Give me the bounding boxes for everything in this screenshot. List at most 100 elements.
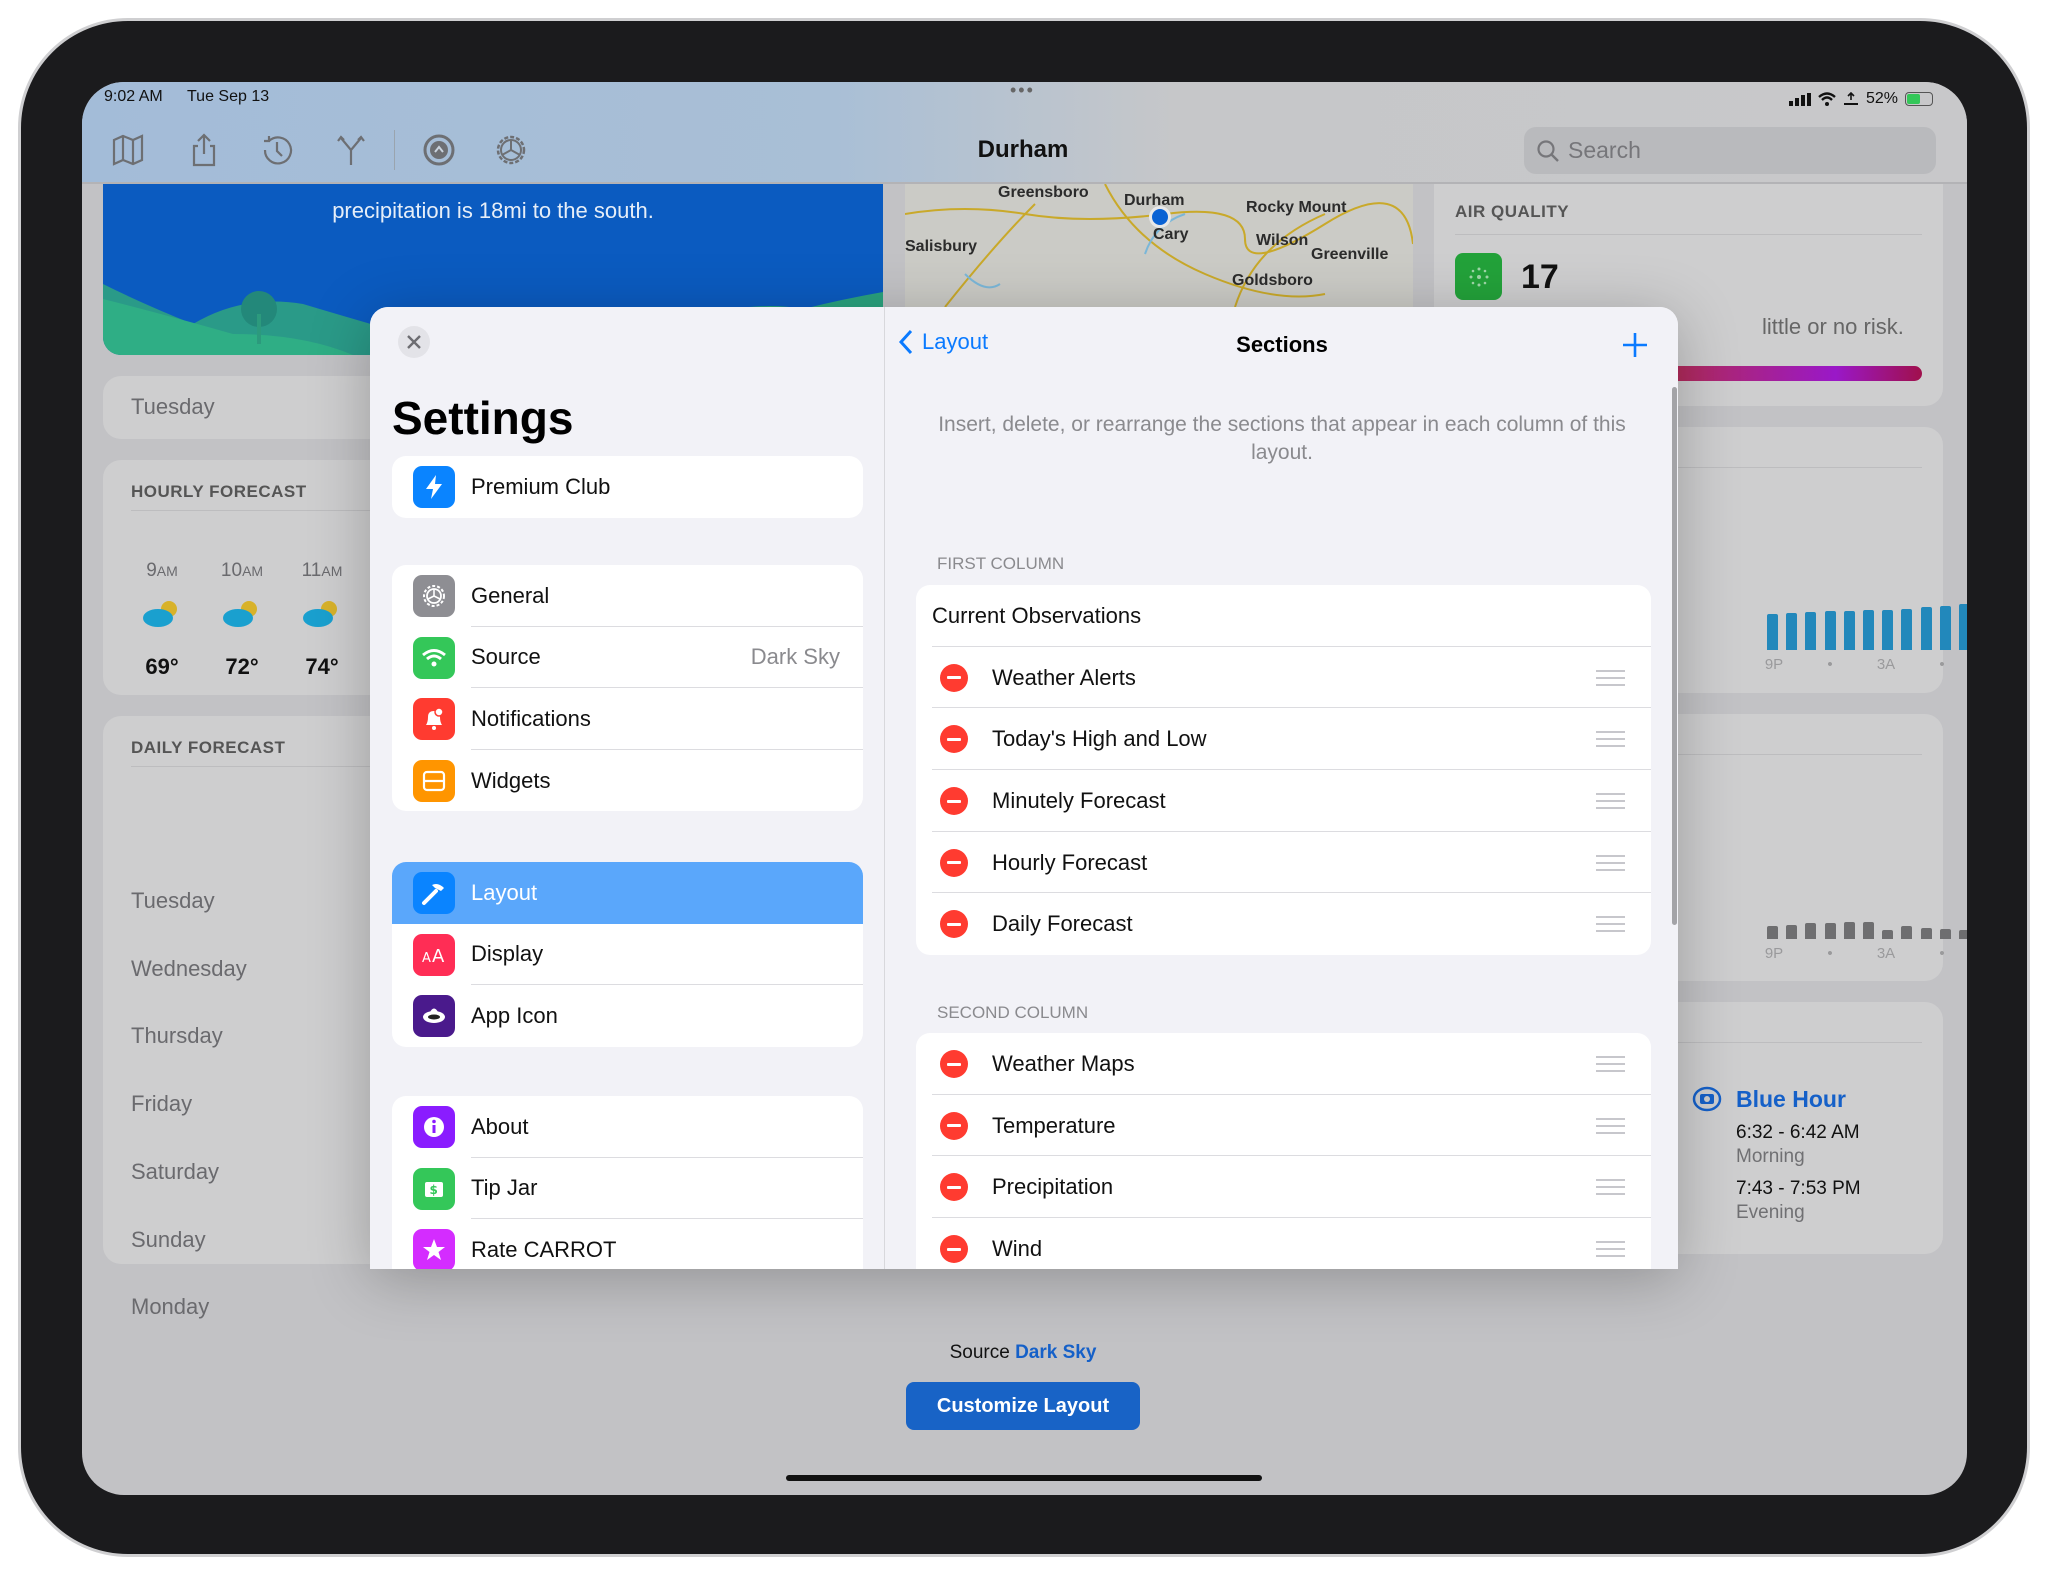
section-row[interactable]: Minutely Forecast xyxy=(916,770,1651,832)
section-label: Daily Forecast xyxy=(992,911,1133,937)
delete-minus-icon[interactable] xyxy=(940,1050,968,1078)
settings-item-value: Dark Sky xyxy=(750,644,840,670)
hour-suffix: AM xyxy=(242,563,264,579)
section-row[interactable]: Precipitation xyxy=(916,1156,1651,1219)
settings-item-widgets[interactable]: Widgets xyxy=(392,750,863,812)
delete-minus-icon[interactable] xyxy=(940,725,968,754)
chart-tick-label: 3A xyxy=(1876,945,1896,962)
section-row[interactable]: Weather Maps xyxy=(916,1033,1651,1095)
section-row[interactable]: Hourly Forecast xyxy=(916,832,1651,894)
second-column-header: SECOND COLUMN xyxy=(937,1003,1089,1022)
settings-item-app-icon[interactable]: App Icon xyxy=(392,985,863,1047)
drag-handle-icon[interactable] xyxy=(1596,1179,1625,1196)
settings-item-display[interactable]: A A Display xyxy=(392,924,863,986)
settings-group: Premium Club xyxy=(392,456,863,518)
branch-icon[interactable] xyxy=(333,132,369,168)
chart-bar xyxy=(1863,610,1874,650)
map-label: Rocky Mount xyxy=(1246,199,1347,216)
section-row[interactable]: Current Observations xyxy=(916,585,1651,647)
chart-bar xyxy=(1824,610,1836,650)
chart-bar xyxy=(1920,927,1932,939)
chart-bar xyxy=(1843,922,1855,939)
daily-day[interactable]: Tuesday xyxy=(131,888,215,914)
settings-item-notifications[interactable]: Notifications xyxy=(392,688,863,750)
battery-icon xyxy=(1905,92,1934,106)
delete-minus-icon[interactable] xyxy=(940,848,968,877)
drag-handle-icon[interactable] xyxy=(1596,669,1625,686)
precipitation-text: precipitation is 18mi to the south. xyxy=(332,198,654,223)
gear-icon[interactable] xyxy=(493,132,529,168)
search-placeholder: Search xyxy=(1568,137,1641,163)
chart-bar xyxy=(1939,605,1951,650)
daily-day[interactable]: Thursday xyxy=(131,1023,223,1049)
delete-minus-icon[interactable] xyxy=(940,787,968,816)
settings-item-source[interactable]: Source Dark Sky xyxy=(392,627,863,689)
svg-text:$: $ xyxy=(430,1183,438,1197)
settings-item-premium-club[interactable]: Premium Club xyxy=(392,456,863,518)
map-label: Goldsboro xyxy=(1232,272,1313,289)
close-icon xyxy=(407,335,421,349)
battery-percent: 52% xyxy=(1866,90,1899,107)
add-section-button[interactable] xyxy=(1622,332,1648,358)
close-button[interactable] xyxy=(398,326,430,358)
delete-minus-icon[interactable] xyxy=(940,910,968,939)
daily-day[interactable]: Wednesday xyxy=(131,956,247,982)
daily-day[interactable]: Monday xyxy=(131,1294,209,1320)
delete-minus-icon[interactable] xyxy=(940,1111,968,1140)
chart-bar xyxy=(1882,610,1894,650)
dollar-icon: $ xyxy=(413,1167,455,1210)
chart-bar xyxy=(1843,610,1855,650)
weather-map[interactable]: Greensboro Durham Cary Rocky Mount Wilson Gre… xyxy=(905,184,1413,307)
blue-hour-title: Blue Hour xyxy=(1736,1086,1846,1112)
settings-item-tip-jar[interactable]: $ Tip Jar xyxy=(392,1158,863,1220)
section-row[interactable]: Daily Forecast xyxy=(916,893,1651,955)
drag-handle-icon[interactable] xyxy=(1596,731,1625,748)
settings-item-label: App Icon xyxy=(471,1002,558,1028)
section-label: Minutely Forecast xyxy=(992,787,1166,813)
chart-tick-label: • xyxy=(1827,945,1833,962)
history-icon[interactable] xyxy=(259,132,295,168)
delete-minus-icon[interactable] xyxy=(940,1173,968,1202)
hour-time: 10 xyxy=(220,560,243,581)
hour-label: 11AM xyxy=(287,560,357,582)
source-link[interactable]: Dark Sky xyxy=(1015,1342,1096,1363)
drag-handle-icon[interactable] xyxy=(1596,1117,1625,1134)
settings-item-rate-carrot[interactable]: Rate CARROT xyxy=(392,1219,863,1269)
share-icon[interactable] xyxy=(186,132,222,168)
delete-minus-icon[interactable] xyxy=(940,663,968,692)
air-quality-header: AIR QUALITY xyxy=(1455,202,1570,221)
delete-minus-icon[interactable] xyxy=(940,1235,968,1264)
daily-day[interactable]: Saturday xyxy=(131,1159,219,1185)
drag-handle-icon[interactable] xyxy=(1596,1241,1625,1258)
section-label: Hourly Forecast xyxy=(992,849,1148,875)
map-icon[interactable] xyxy=(110,132,146,168)
drag-handle-icon[interactable] xyxy=(1596,854,1625,871)
home-indicator[interactable] xyxy=(786,1475,1262,1481)
map-label: Wilson xyxy=(1256,232,1309,249)
drag-handle-icon[interactable] xyxy=(1596,793,1625,810)
daily-day[interactable]: Friday xyxy=(131,1091,192,1117)
customize-layout-button[interactable]: Customize Layout xyxy=(906,1382,1140,1430)
wifi-status-icon xyxy=(1818,92,1836,106)
section-row[interactable]: Weather Alerts xyxy=(916,647,1651,709)
carrot-icon[interactable] xyxy=(421,132,457,168)
settings-item-layout[interactable]: Layout xyxy=(392,862,863,924)
section-row[interactable]: Today's High and Low xyxy=(916,708,1651,771)
drag-handle-icon[interactable] xyxy=(1596,1056,1625,1072)
scrollbar[interactable] xyxy=(1672,387,1677,925)
daily-header: DAILY FORECAST xyxy=(131,738,286,757)
section-row[interactable]: Temperature xyxy=(916,1095,1651,1157)
back-button[interactable]: Layout xyxy=(898,329,988,355)
multitask-dots[interactable]: ••• xyxy=(1010,82,1035,101)
settings-modal: Settings Premium Club General Source Dark S… xyxy=(370,307,1678,1269)
section-label: Temperature xyxy=(992,1112,1116,1138)
section-row[interactable]: Wind xyxy=(916,1218,1651,1269)
current-day: Tuesday xyxy=(131,394,215,419)
signal-icon xyxy=(1789,92,1811,106)
section-label: Precipitation xyxy=(992,1174,1114,1200)
drag-handle-icon[interactable] xyxy=(1596,916,1625,933)
search-input[interactable]: Search xyxy=(1524,127,1936,174)
settings-item-about[interactable]: About xyxy=(392,1096,863,1158)
daily-day[interactable]: Sunday xyxy=(131,1227,206,1253)
settings-item-general[interactable]: General xyxy=(392,565,863,627)
